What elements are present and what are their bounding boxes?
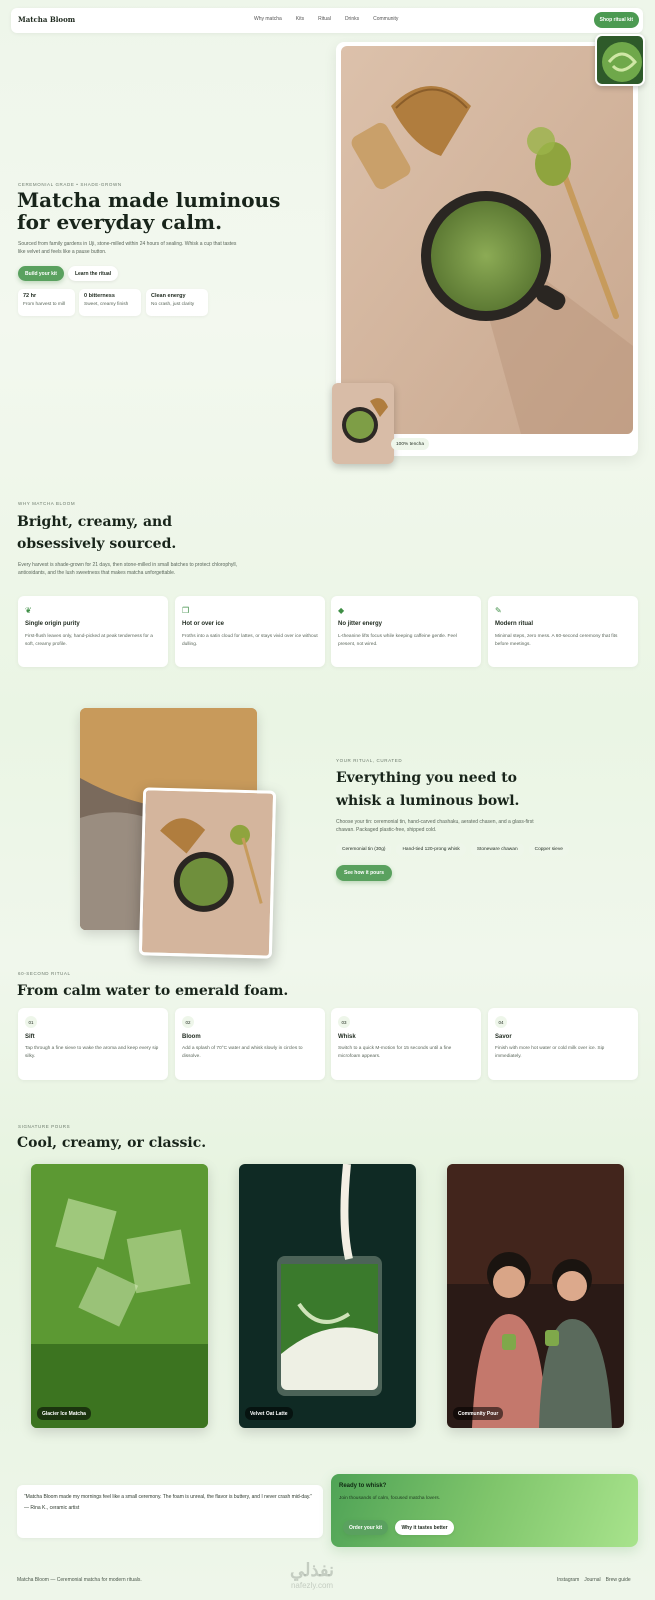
hero-eyebrow: CEREMONIAL GRADE • SHADE-GROWN	[18, 182, 122, 187]
feature-card: ❒ Hot or over ice Froths into a satin cl…	[175, 596, 325, 667]
feature-title: Single origin purity	[25, 621, 80, 627]
pour-card-oat-latte[interactable]: Velvet Oat Latte	[239, 1164, 416, 1428]
footer-link-instagram[interactable]: Instagram	[557, 1577, 579, 1583]
feature-title: Modern ritual	[495, 621, 534, 627]
feature-title: Hot or over ice	[182, 621, 225, 627]
why-title: Bright, creamy, and obsessively sourced.	[17, 514, 177, 552]
learn-ritual-button[interactable]: Learn the ritual	[68, 266, 118, 281]
kit-chip[interactable]: Stoneware chawan	[470, 843, 524, 856]
stat-card: 0 bitterness Sweet, creamy finish	[79, 289, 141, 316]
footer-link-journal[interactable]: Journal	[584, 1577, 600, 1583]
testimonial-quote: “Matcha Bloom made my mornings feel like…	[24, 1494, 313, 1500]
whisk-icon: ✎	[495, 606, 502, 615]
step-title: Savor	[495, 1034, 512, 1040]
cta-banner: Ready to whisk? Join thousands of calm, …	[331, 1474, 638, 1547]
ice-icon: ❒	[182, 606, 190, 615]
footer-link-brew-guide[interactable]: Brew guide	[606, 1577, 631, 1583]
feature-desc: L-theanine lifts focus while keeping caf…	[338, 634, 457, 647]
stat-card: 72 hr From harvest to mill	[18, 289, 75, 316]
hero-subtitle: Sourced from family gardens in Uji, ston…	[18, 241, 237, 255]
kit-whisk-photo	[138, 787, 277, 959]
stat-value: Clean energy	[151, 293, 186, 299]
brand-logo[interactable]: Matcha Bloom	[18, 15, 75, 24]
feature-card: ❦ Single origin purity First-flush leave…	[18, 596, 168, 667]
shop-kit-button[interactable]: Shop ritual kit	[593, 12, 639, 28]
why-tastes-better-button[interactable]: Why it tastes better	[395, 1520, 454, 1535]
top-nav: Matcha Bloom Why matcha Kits Ritual Drin…	[11, 8, 643, 33]
feature-card: ✎ Modern ritual Minimal steps, zero mess…	[488, 596, 638, 667]
kit-chip[interactable]: Copper sieve	[528, 843, 569, 856]
order-kit-button[interactable]: Order your kit	[343, 1520, 388, 1535]
ritual-step: 04 Savor Finish with more hot water or c…	[488, 1008, 638, 1080]
step-title: Sift	[25, 1034, 35, 1040]
watermark-arabic: نفذلي	[290, 1560, 335, 1580]
nav-link-drinks[interactable]: Drinks	[345, 16, 359, 22]
stat-label: Sweet, creamy finish	[84, 302, 129, 307]
pours-eyebrow: SIGNATURE POURS	[18, 1124, 71, 1129]
step-number: 03	[338, 1016, 350, 1028]
ritual-step: 02 Bloom Add a splash of 70°C water and …	[175, 1008, 325, 1080]
see-pours-button[interactable]: See how it pours	[336, 865, 392, 881]
step-desc: Finish with more hot water or cold milk …	[495, 1046, 605, 1059]
step-desc: Switch to a quick M-motion for 15 second…	[338, 1046, 452, 1059]
feature-desc: Froths into a satin cloud for lattes, or…	[182, 634, 318, 647]
stat-label: No crash, just clarity	[151, 302, 195, 307]
hero-title: Matcha made luminous for everyday calm.	[17, 188, 281, 234]
ritual-step: 01 Sift Tap through a fine sieve to wake…	[18, 1008, 168, 1080]
nav-links: Why matcha Kits Ritual Drinks Community	[254, 16, 398, 22]
build-kit-button[interactable]: Build your kit	[18, 266, 64, 281]
testimonial-card: “Matcha Bloom made my mornings feel like…	[17, 1485, 323, 1538]
hero-mini-photo	[332, 383, 394, 464]
kit-subtitle: Choose your tin: ceremonial tin, hand-ca…	[336, 819, 534, 833]
nav-link-community[interactable]: Community	[373, 16, 398, 22]
kit-chip[interactable]: Ceremonial tin (30g)	[336, 843, 392, 856]
ritual-eyebrow: 60-SECOND RITUAL	[18, 971, 71, 976]
drop-icon: ◆	[338, 606, 345, 615]
feature-desc: Minimal steps, zero mess. A 60-second ce…	[495, 634, 618, 647]
nav-link-ritual[interactable]: Ritual	[318, 16, 331, 22]
feature-title: No jitter energy	[338, 621, 383, 627]
nav-link-why[interactable]: Why matcha	[254, 16, 282, 22]
pour-label: Glacier Ice Matcha	[37, 1407, 91, 1420]
testimonial-author: — Rina K., ceramic artist	[24, 1505, 80, 1511]
kit-eyebrow: YOUR RITUAL, CURATED	[336, 758, 403, 763]
pour-label: Velvet Oat Latte	[245, 1407, 293, 1420]
step-title: Bloom	[182, 1034, 201, 1040]
why-subtitle: Every harvest is shade-grown for 21 days…	[18, 562, 237, 576]
tencha-badge: 100% tencha	[391, 438, 430, 450]
watermark: نفذلي nafezly.com	[290, 1560, 334, 1590]
cta-subtitle: Join thousands of calm, focused matcha l…	[339, 1496, 441, 1501]
footer-tagline: Matcha Bloom — Ceremonial matcha for mod…	[17, 1577, 142, 1583]
why-eyebrow: WHY MATCHA BLOOM	[18, 501, 76, 506]
feature-card: ◆ No jitter energy L-theanine lifts focu…	[331, 596, 481, 667]
cta-title: Ready to whisk?	[339, 1483, 387, 1489]
nav-link-kits[interactable]: Kits	[296, 16, 304, 22]
feature-desc: First-flush leaves only, hand-picked at …	[25, 634, 153, 647]
pour-card-community[interactable]: Community Pour	[447, 1164, 624, 1428]
ritual-step: 03 Whisk Switch to a quick M-motion for …	[331, 1008, 481, 1080]
pour-label: Community Pour	[453, 1407, 504, 1420]
step-number: 04	[495, 1016, 507, 1028]
kit-chips: Ceremonial tin (30g) Hand-tied 120-prong…	[336, 843, 569, 856]
stat-card: Clean energy No crash, just clarity	[146, 289, 208, 316]
step-number: 01	[25, 1016, 37, 1028]
leaf-icon: ❦	[25, 606, 32, 615]
kit-chip[interactable]: Hand-tied 120-prong whisk	[396, 843, 466, 856]
footer-links: Instagram Journal Brew guide	[557, 1577, 631, 1583]
hero-matcha-photo	[341, 46, 633, 434]
step-desc: Tap through a fine sieve to wake the aro…	[25, 1046, 159, 1059]
hero-thumbnail-swirl	[595, 34, 645, 86]
watermark-latin: nafezly.com	[290, 1581, 334, 1590]
pour-card-glacier[interactable]: Glacier Ice Matcha	[31, 1164, 208, 1428]
stat-value: 0 bitterness	[84, 293, 115, 299]
step-number: 02	[182, 1016, 194, 1028]
stat-label: From harvest to mill	[23, 302, 66, 307]
step-desc: Add a splash of 70°C water and whisk slo…	[182, 1046, 303, 1059]
ritual-title: From calm water to emerald foam.	[17, 983, 289, 999]
pours-title: Cool, creamy, or classic.	[17, 1135, 207, 1151]
kit-title: Everything you need to whisk a luminous …	[336, 770, 520, 809]
step-title: Whisk	[338, 1034, 356, 1040]
stat-value: 72 hr	[23, 293, 37, 299]
